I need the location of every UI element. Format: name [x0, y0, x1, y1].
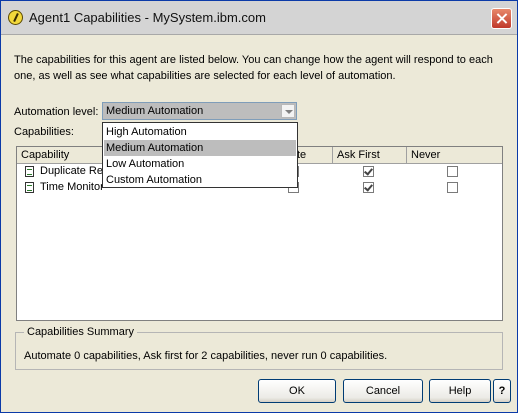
option-medium-automation[interactable]: Medium Automation	[104, 140, 296, 156]
ask-first-checkbox[interactable]	[363, 166, 374, 177]
never-checkbox[interactable]	[447, 182, 458, 193]
context-help-button[interactable]: ?	[493, 379, 511, 403]
summary-text: Automate 0 capabilities, Ask first for 2…	[24, 350, 388, 362]
document-icon	[25, 166, 34, 177]
option-high-automation[interactable]: High Automation	[104, 124, 296, 140]
dialog-window: Agent1 Capabilities - MySystem.ibm.com T…	[0, 0, 518, 413]
column-header-never[interactable]: Never	[407, 147, 502, 163]
window-title: Agent1 Capabilities - MySystem.ibm.com	[29, 10, 266, 25]
option-custom-automation[interactable]: Custom Automation	[104, 172, 296, 188]
automation-level-combo[interactable]: Medium Automation	[102, 102, 297, 120]
help-button[interactable]: Help	[429, 379, 491, 403]
title-bar[interactable]: Agent1 Capabilities - MySystem.ibm.com	[1, 1, 517, 35]
automation-level-label: Automation level:	[14, 106, 99, 118]
summary-legend: Capabilities Summary	[24, 326, 137, 338]
cancel-button[interactable]: Cancel	[343, 379, 423, 403]
intro-text: The capabilities for this agent are list…	[14, 54, 493, 82]
column-header-ask-first[interactable]: Ask First	[333, 147, 407, 163]
capabilities-summary-group: Capabilities Summary Automate 0 capabili…	[15, 326, 503, 370]
capability-name: Time Monitor	[40, 181, 104, 193]
chevron-down-icon[interactable]	[281, 104, 295, 118]
close-button[interactable]	[491, 8, 512, 29]
capabilities-label: Capabilities:	[14, 126, 74, 138]
option-low-automation[interactable]: Low Automation	[104, 156, 296, 172]
ok-button[interactable]: OK	[258, 379, 336, 403]
agent-icon	[8, 10, 23, 25]
automation-level-value: Medium Automation	[106, 105, 204, 117]
document-icon	[25, 182, 34, 193]
automation-level-dropdown[interactable]: High Automation Medium Automation Low Au…	[102, 122, 298, 188]
dialog-body: The capabilities for this agent are list…	[1, 35, 517, 412]
capability-name: Duplicate Re	[40, 165, 103, 177]
never-checkbox[interactable]	[447, 166, 458, 177]
ask-first-checkbox[interactable]	[363, 182, 374, 193]
